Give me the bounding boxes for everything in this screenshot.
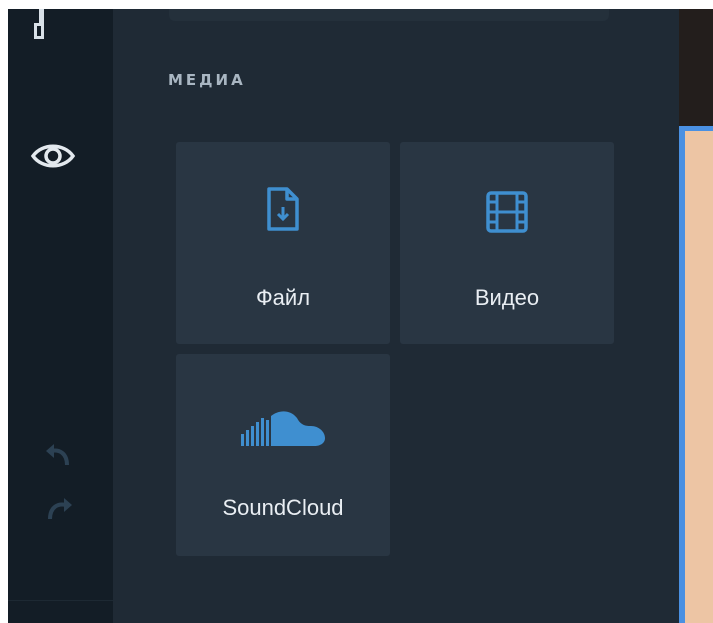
film-icon	[486, 191, 528, 233]
editor-window: МЕДИА Файл Видео SoundCloud	[8, 9, 713, 623]
media-tile-soundcloud[interactable]: SoundCloud	[176, 354, 390, 556]
brush-tool-icon[interactable]	[30, 9, 54, 39]
left-toolbar	[8, 9, 113, 623]
tile-label-video: Видео	[474, 285, 540, 310]
eye-icon[interactable]	[30, 139, 76, 173]
toolbar-divider	[8, 600, 113, 601]
tile-label-soundcloud: SoundCloud	[222, 495, 344, 520]
soundcloud-icon	[241, 411, 325, 446]
undo-icon[interactable]	[43, 439, 73, 469]
file-download-icon	[267, 187, 299, 231]
page-canvas[interactable]	[679, 126, 713, 623]
redo-icon[interactable]	[46, 493, 76, 523]
section-title: МЕДИА	[168, 71, 246, 89]
media-tile-file[interactable]: Файл	[176, 142, 390, 344]
tile-label-file: Файл	[255, 285, 311, 310]
add-element-panel: МЕДИА Файл Видео SoundCloud	[113, 9, 679, 623]
canvas-header-strip	[679, 9, 713, 126]
panel-top-strip	[169, 9, 609, 21]
media-tile-video[interactable]: Видео	[400, 142, 614, 344]
